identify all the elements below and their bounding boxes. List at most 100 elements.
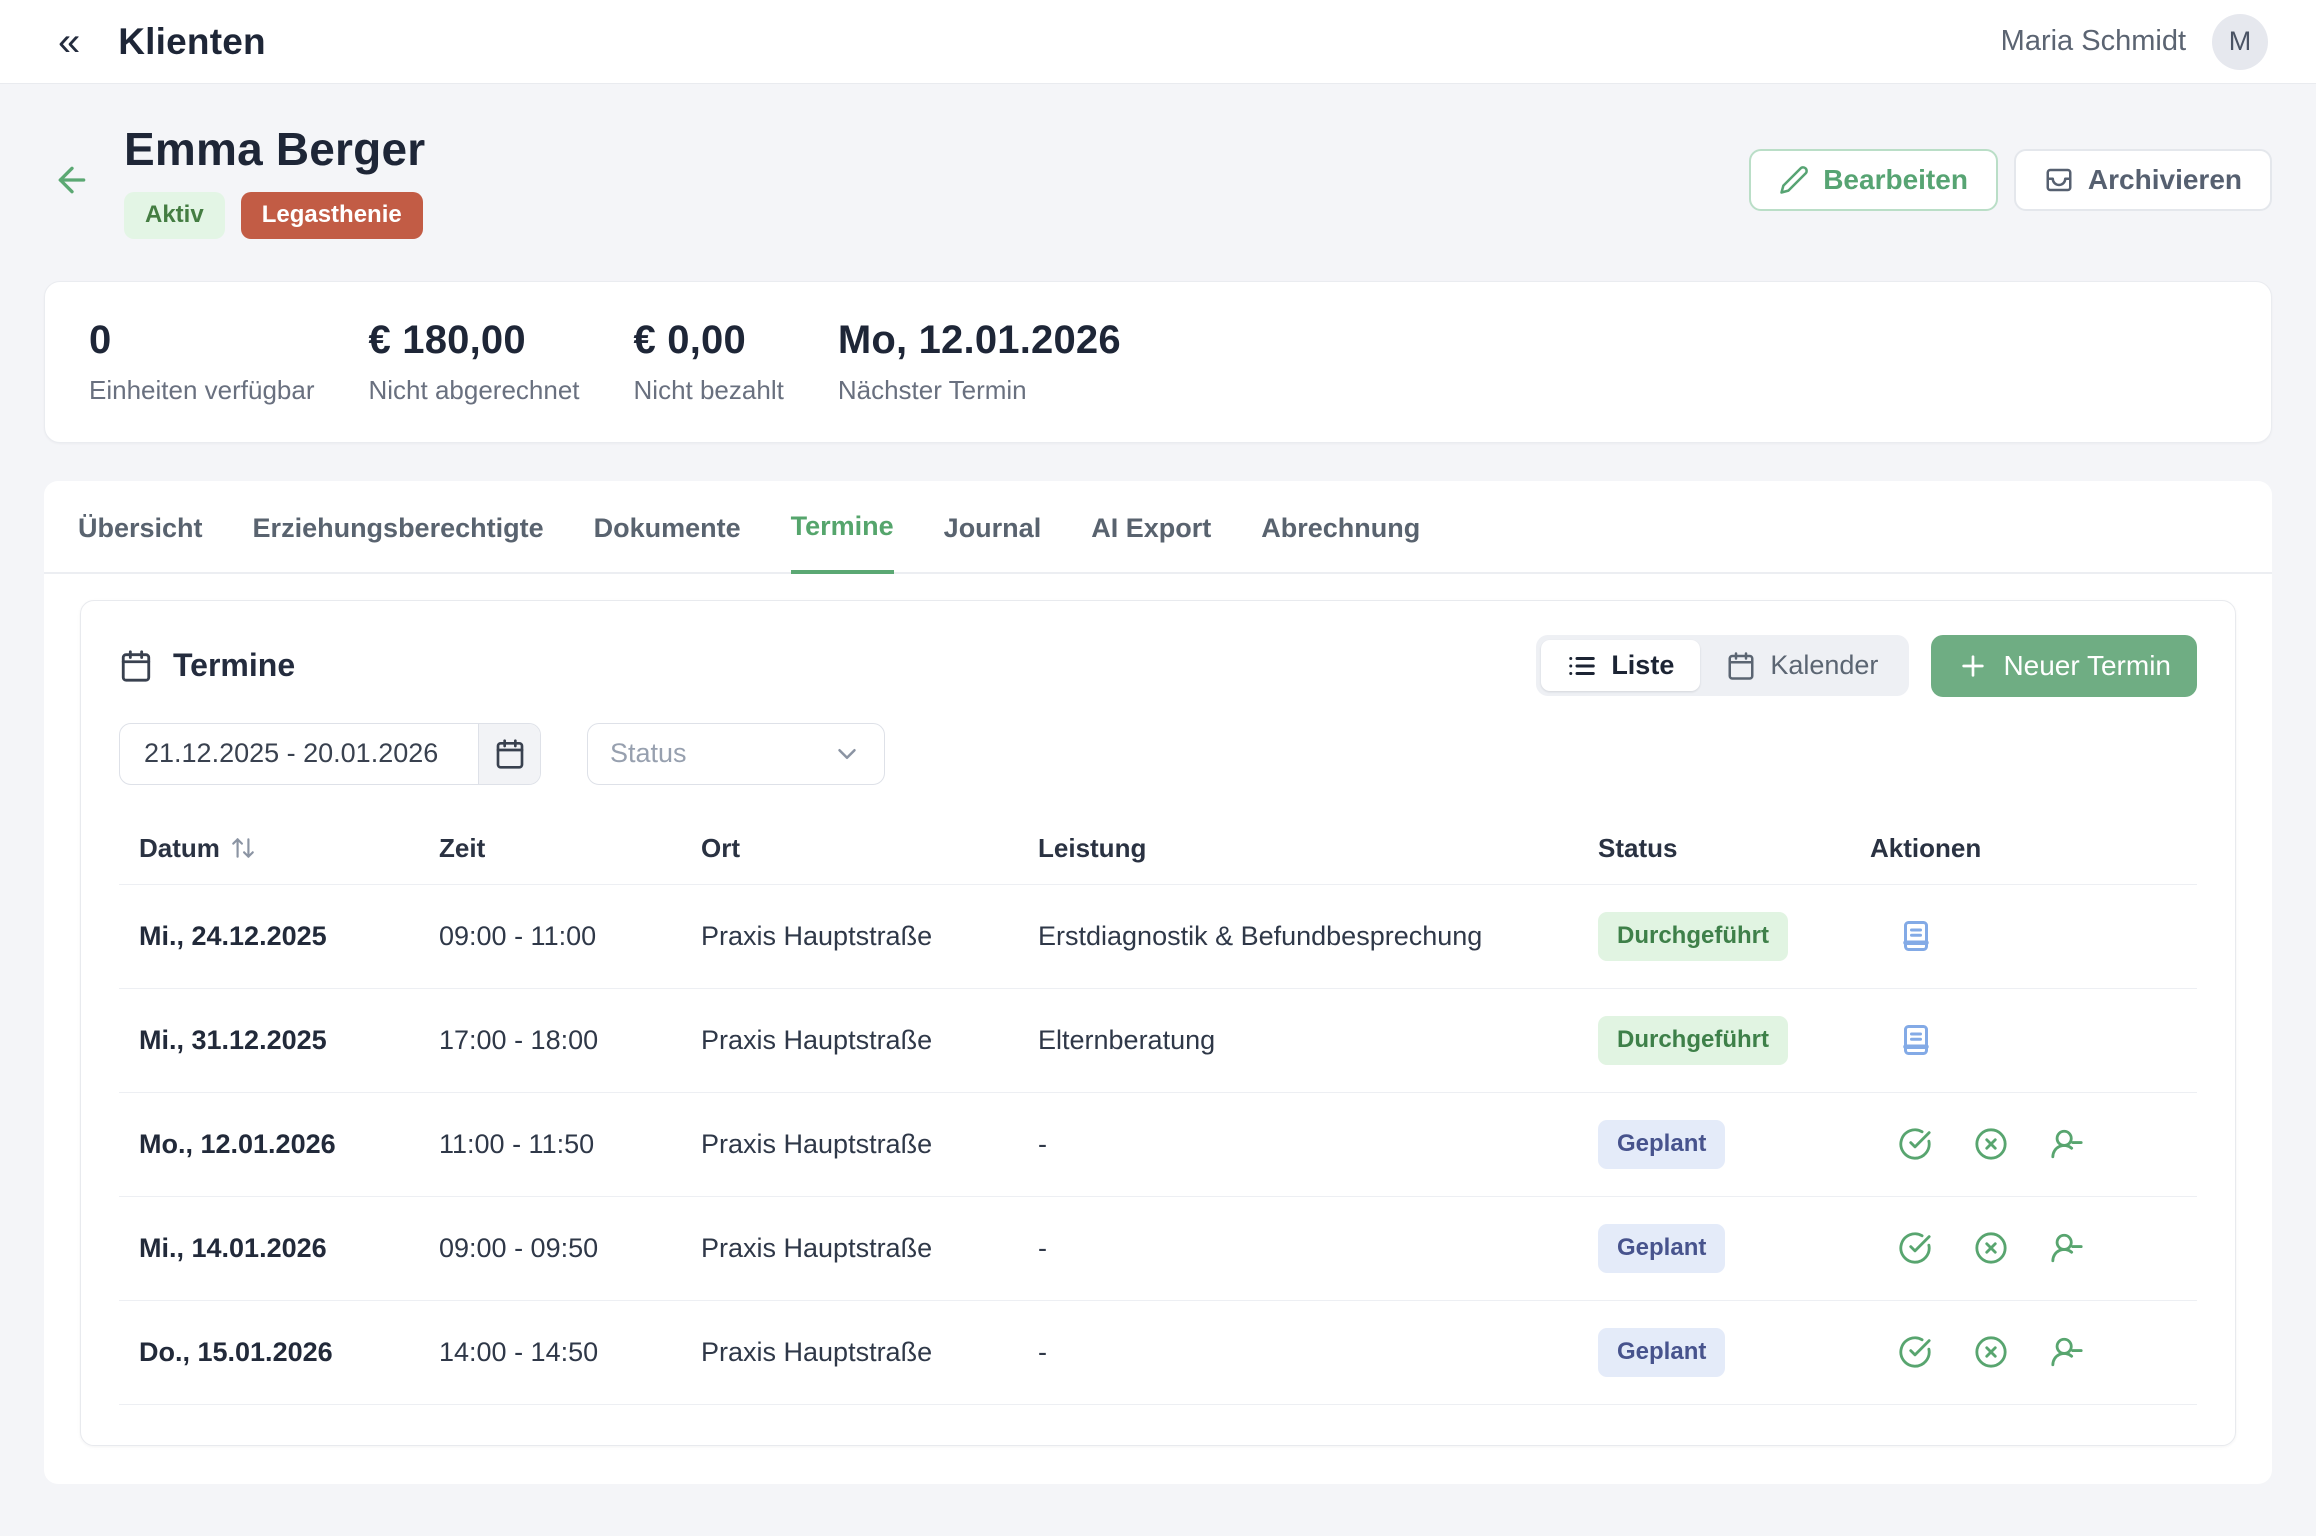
new-appointment-button[interactable]: Neuer Termin <box>1931 635 2197 697</box>
list-icon <box>1567 651 1597 681</box>
cell-date: Mi., 24.12.2025 <box>139 921 439 952</box>
table-row: Do., 15.01.2026 14:00 - 14:50 Praxis Hau… <box>119 1301 2197 1405</box>
column-header-leistung: Leistung <box>1038 833 1598 864</box>
stat-label: Nicht bezahlt <box>634 375 784 406</box>
table-row: Mi., 14.01.2026 09:00 - 09:50 Praxis Hau… <box>119 1197 2197 1301</box>
stat-value: Mo, 12.01.2026 <box>838 318 1121 363</box>
appointments-table: Datum Zeit Ort Leistung Status Aktionen … <box>119 813 2197 1405</box>
cell-service: - <box>1038 1337 1598 1368</box>
cell-time: 09:00 - 09:50 <box>439 1233 701 1264</box>
cell-service: - <box>1038 1129 1598 1160</box>
cell-date: Mi., 14.01.2026 <box>139 1233 439 1264</box>
pencil-icon <box>1779 165 1809 195</box>
stat-value: 0 <box>89 318 314 363</box>
cell-date: Mi., 31.12.2025 <box>139 1025 439 1056</box>
cell-service: Elternberatung <box>1038 1025 1598 1056</box>
column-header-aktionen: Aktionen <box>1870 833 2197 864</box>
view-toggle-list[interactable]: Liste <box>1541 640 1700 691</box>
mark-done-button[interactable] <box>1896 1125 1934 1163</box>
column-header-datum[interactable]: Datum <box>139 833 439 864</box>
status-filter-placeholder: Status <box>610 738 687 769</box>
absence-button[interactable] <box>2048 1333 2086 1371</box>
cell-location: Praxis Hauptstraße <box>701 1129 1038 1160</box>
tab-termine[interactable]: Termine <box>791 481 894 574</box>
table-row: Mi., 24.12.2025 09:00 - 11:00 Praxis Hau… <box>119 885 2197 989</box>
user-minus-icon <box>2050 1335 2084 1369</box>
status-badge-active: Aktiv <box>124 192 225 239</box>
stat-next-appointment: Mo, 12.01.2026 Nächster Termin <box>838 318 1121 406</box>
cancel-button[interactable] <box>1972 1229 2010 1267</box>
cell-time: 09:00 - 11:00 <box>439 921 701 952</box>
calendar-icon <box>1726 651 1756 681</box>
client-name: Emma Berger <box>124 122 425 176</box>
journal-icon <box>1898 1022 1934 1058</box>
sidebar-collapse-icon[interactable]: « <box>52 22 86 62</box>
tab-abrechnung[interactable]: Abrechnung <box>1261 481 1420 574</box>
back-button[interactable] <box>44 152 100 208</box>
table-row: Mo., 12.01.2026 11:00 - 11:50 Praxis Hau… <box>119 1093 2197 1197</box>
diagnosis-badge: Legasthenie <box>241 192 423 239</box>
table-header-row: Datum Zeit Ort Leistung Status Aktionen <box>119 813 2197 885</box>
stats-card: 0 Einheiten verfügbar € 180,00 Nicht abg… <box>44 281 2272 443</box>
absence-button[interactable] <box>2048 1125 2086 1163</box>
stat-value: € 180,00 <box>368 318 579 363</box>
new-appointment-label: Neuer Termin <box>2003 650 2171 682</box>
tab-dokumente[interactable]: Dokumente <box>594 481 741 574</box>
status-badge: Geplant <box>1598 1328 1725 1377</box>
table-row: Mi., 31.12.2025 17:00 - 18:00 Praxis Hau… <box>119 989 2197 1093</box>
tab-bar: Übersicht Erziehungsberechtigte Dokument… <box>44 481 2272 574</box>
tab-erziehungsberechtigte[interactable]: Erziehungsberechtigte <box>253 481 544 574</box>
cancel-button[interactable] <box>1972 1125 2010 1163</box>
mark-done-button[interactable] <box>1896 1333 1934 1371</box>
status-badge: Geplant <box>1598 1120 1725 1169</box>
calendar-icon <box>119 649 153 683</box>
calendar-icon <box>494 738 526 770</box>
user-minus-icon <box>2050 1127 2084 1161</box>
cell-location: Praxis Hauptstraße <box>701 1233 1038 1264</box>
archive-button-label: Archivieren <box>2088 164 2242 196</box>
cell-location: Praxis Hauptstraße <box>701 1337 1038 1368</box>
edit-button-label: Bearbeiten <box>1823 164 1968 196</box>
journal-button[interactable] <box>1896 916 1936 956</box>
cell-service: Erstdiagnostik & Befundbesprechung <box>1038 921 1598 952</box>
appointments-card: Termine Liste Kalender Neuer Termin <box>80 600 2236 1446</box>
edit-button[interactable]: Bearbeiten <box>1749 149 1998 211</box>
view-toggle: Liste Kalender <box>1536 635 1909 696</box>
status-filter-select[interactable]: Status <box>587 723 885 785</box>
date-range-filter <box>119 723 541 785</box>
stat-unbilled: € 180,00 Nicht abgerechnet <box>368 318 579 406</box>
circle-x-icon <box>1974 1335 2008 1369</box>
stat-label: Einheiten verfügbar <box>89 375 314 406</box>
column-header-ort: Ort <box>701 833 1038 864</box>
tab-uebersicht[interactable]: Übersicht <box>78 481 203 574</box>
user-name: Maria Schmidt <box>2001 25 2186 58</box>
status-badge: Durchgeführt <box>1598 1016 1788 1065</box>
cell-date: Mo., 12.01.2026 <box>139 1129 439 1160</box>
sort-icon <box>230 835 256 861</box>
column-header-status: Status <box>1598 833 1870 864</box>
cell-time: 17:00 - 18:00 <box>439 1025 701 1056</box>
mark-done-button[interactable] <box>1896 1229 1934 1267</box>
cell-time: 11:00 - 11:50 <box>439 1129 701 1160</box>
cell-location: Praxis Hauptstraße <box>701 921 1038 952</box>
journal-button[interactable] <box>1896 1020 1936 1060</box>
date-range-input[interactable] <box>120 724 478 784</box>
cell-location: Praxis Hauptstraße <box>701 1025 1038 1056</box>
avatar[interactable]: M <box>2212 14 2268 70</box>
absence-button[interactable] <box>2048 1229 2086 1267</box>
date-picker-button[interactable] <box>478 724 540 784</box>
arrow-left-icon <box>52 160 92 200</box>
archive-button[interactable]: Archivieren <box>2014 149 2272 211</box>
view-toggle-calendar[interactable]: Kalender <box>1700 640 1904 691</box>
tab-ai-export[interactable]: AI Export <box>1091 481 1211 574</box>
circle-check-icon <box>1898 1335 1932 1369</box>
archive-icon <box>2044 165 2074 195</box>
status-badge: Geplant <box>1598 1224 1725 1273</box>
user-minus-icon <box>2050 1231 2084 1265</box>
stat-value: € 0,00 <box>634 318 784 363</box>
circle-x-icon <box>1974 1231 2008 1265</box>
cell-date: Do., 15.01.2026 <box>139 1337 439 1368</box>
appointments-title: Termine <box>173 647 295 684</box>
cancel-button[interactable] <box>1972 1333 2010 1371</box>
tab-journal[interactable]: Journal <box>944 481 1042 574</box>
